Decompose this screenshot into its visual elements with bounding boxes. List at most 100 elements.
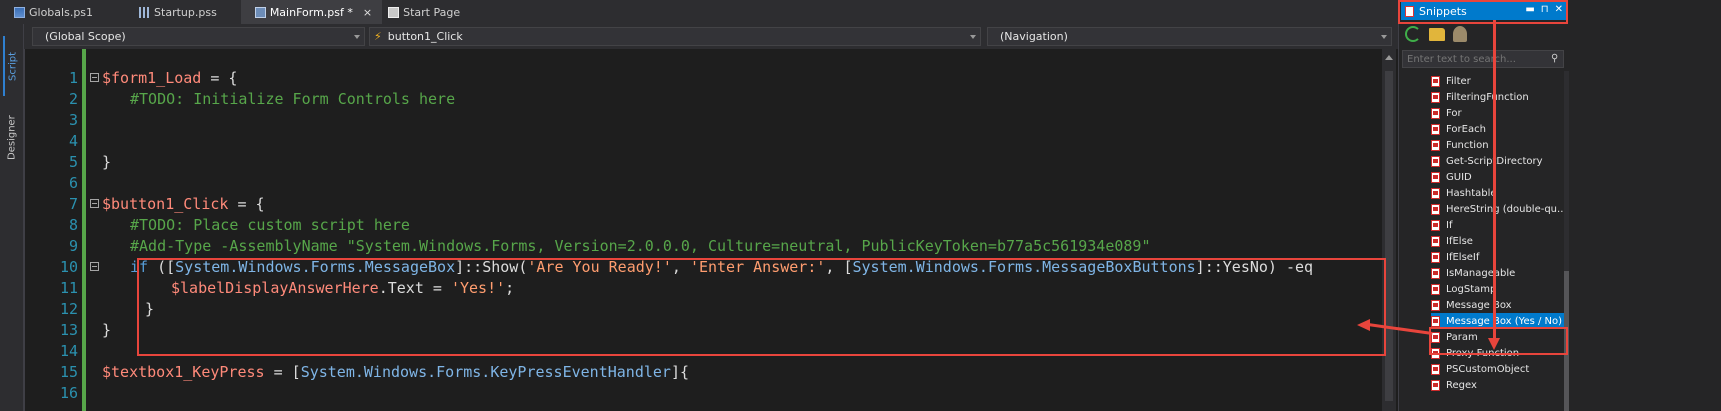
annotation-arrow-line (1493, 20, 1496, 345)
snippet-label: ForEach (1446, 123, 1486, 135)
snippet-file-icon (1431, 107, 1440, 119)
snippet-item[interactable]: Regex (1431, 377, 1566, 393)
snippet-label: For (1446, 107, 1462, 119)
snippet-file-icon (1431, 267, 1440, 279)
snippet-label: If (1446, 219, 1453, 231)
editor-scrollbar[interactable] (1382, 49, 1396, 411)
brace-token: } (102, 321, 112, 339)
snippet-item[interactable]: IfElse (1431, 233, 1566, 249)
snippet-label: FilteringFunction (1446, 91, 1529, 103)
snippet-file-icon (1431, 139, 1440, 151)
snippet-label: Message Box (1446, 299, 1512, 311)
snippet-label: Function (1446, 139, 1489, 151)
brace-token: } (102, 153, 112, 171)
line-number: 16 (59, 384, 78, 402)
code-line: 9 #TODO: Place custom script here (25, 215, 1523, 255)
snippet-label: HereString (double-qu... (1446, 203, 1567, 215)
scroll-up-icon[interactable] (1385, 55, 1393, 60)
tab-script[interactable]: Script (3, 36, 21, 96)
snippet-item[interactable]: IfElseIf (1431, 249, 1566, 265)
lightning-icon: ⚡ (374, 30, 382, 43)
tab-designer[interactable]: Designer (3, 108, 21, 168)
snippet-item[interactable]: Function (1431, 137, 1566, 153)
snippet-item[interactable]: Hashtable (1431, 185, 1566, 201)
tab-label: Globals.ps1 (29, 5, 94, 19)
snippet-item[interactable]: If (1431, 217, 1566, 233)
grid-icon (139, 6, 151, 18)
snippets-toolbar (1405, 26, 1467, 42)
snippet-item[interactable]: HereString (double-qu... (1431, 201, 1567, 217)
snippet-item[interactable]: ForEach (1431, 121, 1566, 137)
folder-icon[interactable] (1429, 28, 1445, 41)
refresh-icon[interactable] (1405, 26, 1421, 42)
view-switcher: Script Designer (0, 24, 24, 411)
snippet-item[interactable]: LogStamp (1431, 281, 1566, 297)
tab-label: Start Page (403, 5, 461, 19)
document-icon (14, 6, 25, 18)
scope-dropdown[interactable]: (Global Scope) (32, 27, 365, 46)
operator-token: = { (201, 69, 238, 87)
annotation-arrow-head (1357, 319, 1370, 331)
snippet-item[interactable]: Filter (1431, 73, 1566, 89)
code-line: 8 $button1_Click = { (25, 194, 1523, 234)
snippet-file-icon (1431, 203, 1440, 215)
snippet-label: Regex (1446, 379, 1477, 391)
snippet-label: GUID (1446, 171, 1472, 183)
fold-toggle-icon[interactable] (90, 199, 99, 208)
code-line: 1 (25, 49, 1523, 87)
snippet-item[interactable]: Get-ScriptDirectory (1431, 153, 1566, 169)
snippet-list[interactable]: Filter FilteringFunction For ForEach Functio… (1399, 71, 1569, 411)
function-dropdown[interactable]: ⚡ button1_Click (369, 27, 981, 46)
navigation-dropdown[interactable]: (Navigation) (987, 27, 1392, 46)
snippet-label: IsManageable (1446, 267, 1516, 279)
navigation-value: (Navigation) (1000, 30, 1068, 43)
snippet-file-icon (1431, 235, 1440, 247)
snippet-scrollbar[interactable] (1564, 71, 1569, 411)
code-line: 7 (25, 173, 1523, 213)
snippet-item[interactable]: Message Box (1431, 297, 1566, 313)
snippet-label: Hashtable (1446, 187, 1497, 199)
tab-mainform[interactable]: MainForm.psf * × (240, 0, 383, 24)
comment-token: #Add-Type -AssemblyName "System.Windows.… (130, 237, 1151, 255)
snippet-item[interactable]: FilteringFunction (1431, 89, 1566, 105)
snippet-label: Filter (1446, 75, 1471, 87)
scrollbar-thumb[interactable] (1385, 71, 1393, 401)
snippet-file-icon (1431, 283, 1440, 295)
chevron-down-icon (970, 35, 976, 39)
page-icon (388, 6, 400, 18)
scope-value: (Global Scope) (45, 30, 126, 43)
snippet-search-input[interactable] (1402, 50, 1564, 68)
user-snippet-icon[interactable] (1453, 26, 1467, 42)
code-line: 10 #Add-Type -AssemblyName "System.Windo… (25, 236, 1523, 276)
operator-token: ]{ (670, 363, 690, 381)
snippet-label: IfElse (1446, 235, 1473, 247)
fold-toggle-icon[interactable] (90, 262, 99, 271)
code-line: 2 $form1_Load = { (25, 68, 1523, 108)
snippet-item[interactable]: GUID (1431, 169, 1566, 185)
code-line: 3 #TODO: Initialize Form Controls here (25, 89, 1523, 129)
chevron-down-icon (354, 35, 360, 39)
snippet-label: Message Box (Yes / No) (1446, 315, 1563, 327)
search-icon[interactable]: ⚲ (1551, 53, 1558, 64)
variable-token: $textbox1_KeyPress (102, 363, 265, 381)
snippet-file-icon (1431, 123, 1440, 135)
snippet-item[interactable]: PSCustomObject (1431, 361, 1566, 377)
code-line: 4 (25, 110, 1523, 150)
fold-toggle-icon[interactable] (90, 73, 99, 82)
snippet-label: IfElseIf (1446, 251, 1480, 263)
tab-start-page[interactable]: Start Page (382, 1, 470, 23)
operator-token: = { (228, 195, 265, 213)
code-line: 5 (25, 131, 1523, 171)
snippet-item[interactable]: For (1431, 105, 1566, 121)
navigation-bar: (Global Scope) ⚡ button1_Click (Navigati… (24, 24, 1535, 49)
snippet-file-icon (1431, 91, 1440, 103)
snippet-item[interactable]: IsManageable (1431, 265, 1566, 281)
document-tab-strip: Globals.ps1 Startup.pss MainForm.psf * ×… (0, 0, 1535, 24)
snippet-file-icon (1431, 379, 1440, 391)
code-editor[interactable]: 1 2 $form1_Load = { 3 #TODO: Initialize … (24, 49, 1523, 411)
tab-startup[interactable]: Startup.pss (125, 1, 227, 23)
function-value: button1_Click (387, 30, 463, 43)
tab-globals[interactable]: Globals.ps1 (0, 1, 103, 23)
snippet-file-icon (1431, 219, 1440, 231)
close-icon[interactable]: × (363, 6, 372, 19)
